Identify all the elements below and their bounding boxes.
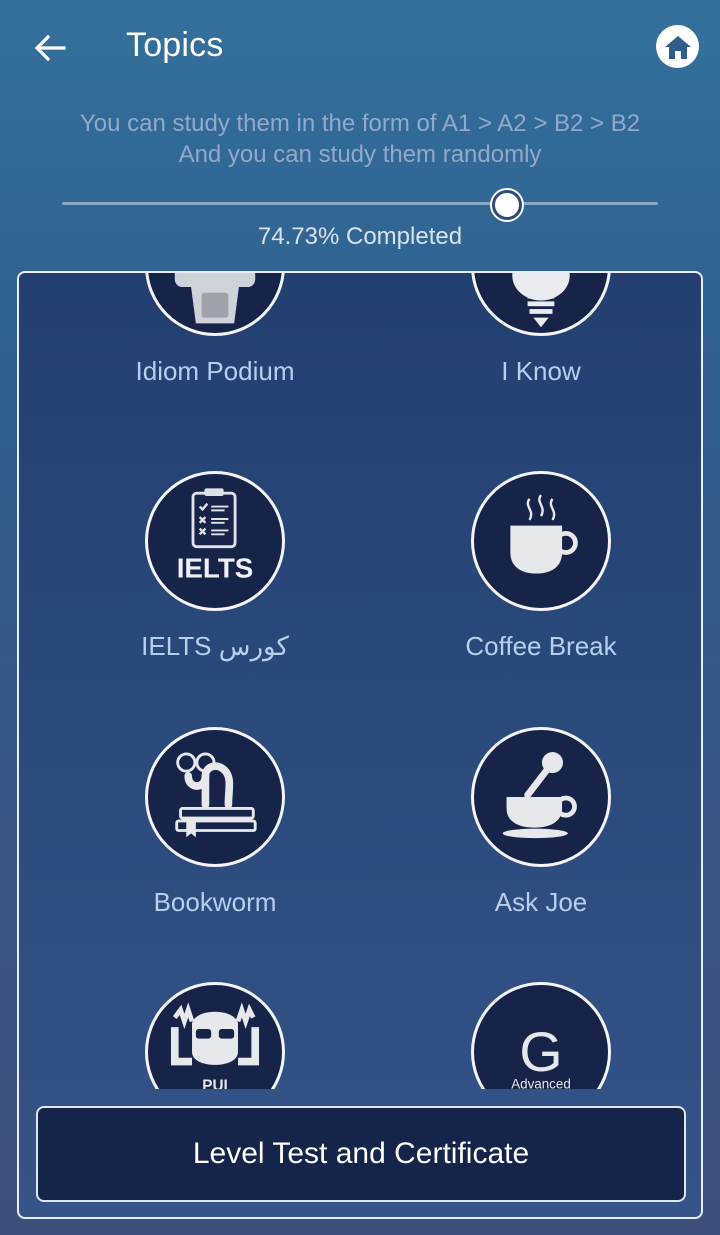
- grammar-advanced-icon: G Advanced: [471, 982, 611, 1089]
- ielts-icon-text: IELTS: [177, 552, 254, 583]
- ielts-checklist-icon: IELTS: [145, 471, 285, 611]
- grammar-icon-subtext: Advanced: [511, 1076, 571, 1089]
- topic-grammar-advanced[interactable]: G Advanced: [391, 982, 691, 1089]
- topic-label: Idiom Podium: [135, 356, 295, 386]
- topics-panel: Idiom Podium I Know IELTS IELTS کورس Cof…: [17, 271, 703, 1219]
- arrow-left-icon: [34, 34, 66, 62]
- topic-i-know[interactable]: I Know: [391, 273, 691, 386]
- guy-with-glasses-icon: PUI: [145, 982, 285, 1089]
- progress-label: 74.73% Completed: [257, 223, 463, 250]
- progress-slider[interactable]: [62, 190, 658, 220]
- topic-ask-joe[interactable]: Ask Joe: [391, 727, 691, 917]
- pui-icon-text: PUI: [202, 1077, 228, 1089]
- slider-thumb[interactable]: [492, 190, 523, 220]
- topic-coffee-break[interactable]: Coffee Break: [391, 471, 691, 661]
- level-test-button[interactable]: Level Test and Certificate: [36, 1106, 686, 1202]
- topic-pui[interactable]: PUI: [65, 982, 365, 1089]
- coffee-cup-icon: [471, 471, 611, 611]
- grammar-icon-letter: G: [519, 1021, 562, 1083]
- slider-track: [62, 202, 658, 205]
- home-button[interactable]: [656, 25, 699, 68]
- back-button[interactable]: [28, 28, 72, 68]
- bookworm-icon: [145, 727, 285, 867]
- topic-label: Ask Joe: [494, 887, 588, 917]
- topic-label: IELTS کورس: [141, 631, 289, 661]
- topic-label: Bookworm: [153, 887, 277, 917]
- topic-label: Coffee Break: [465, 631, 617, 661]
- topics-grid[interactable]: Idiom Podium I Know IELTS IELTS کورس Cof…: [19, 273, 701, 1089]
- cup-microphone-icon: [471, 727, 611, 867]
- app-header: Topics: [0, 0, 720, 100]
- lightbulb-icon: [471, 273, 611, 336]
- topic-bookworm[interactable]: Bookworm: [65, 727, 365, 917]
- home-icon: [664, 35, 691, 59]
- topic-label: I Know: [501, 356, 581, 386]
- topic-idiom-podium[interactable]: Idiom Podium: [65, 273, 365, 386]
- podium-icon: [145, 273, 285, 336]
- topic-ielts[interactable]: IELTS IELTS کورس: [65, 471, 365, 661]
- page-title: Topics: [126, 26, 224, 64]
- topics-subtitle: You can study them in the form of A1 > A…: [79, 110, 641, 168]
